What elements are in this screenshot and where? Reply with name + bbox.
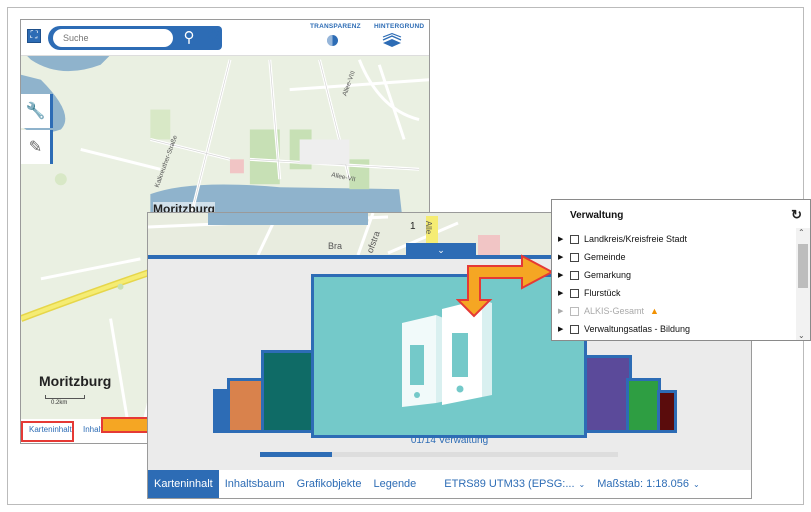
front-street-label: 1 <box>410 221 416 232</box>
tree-item-label: ALKIS-Gesamt <box>584 306 645 316</box>
tree-item-label: Gemarkung <box>584 270 632 280</box>
carousel-card[interactable] <box>626 378 661 433</box>
background-label: HINTERGRUND <box>374 23 425 30</box>
front-street-label: Bra <box>328 241 343 251</box>
scale-value: 1:18.056 <box>646 478 689 490</box>
scale-label: 0.2km <box>51 400 68 406</box>
tree-item-label: Verwaltungsatlas - Bildung <box>584 324 691 334</box>
chevron-up-icon[interactable]: ⌃ <box>798 228 805 237</box>
tree-item-label: Flurstück <box>584 288 621 298</box>
crs-value: ETRS89 UTM33 (EPSG:... <box>444 478 575 490</box>
layer-checkbox[interactable] <box>570 270 579 280</box>
scroll-thumb[interactable] <box>798 244 808 288</box>
caret-right-icon[interactable]: ▶ <box>558 289 568 297</box>
highlight-box <box>21 421 74 442</box>
tree-item[interactable]: ▶ Verwaltungsatlas - Bildung <box>558 320 792 338</box>
orange-arrow-icon <box>456 254 555 318</box>
tab-karteninhalt[interactable]: Karteninhalt <box>148 470 219 498</box>
layer-checkbox <box>570 306 579 316</box>
carousel-card[interactable] <box>261 350 317 433</box>
layer-checkbox[interactable] <box>570 252 579 262</box>
tree-item[interactable]: ▶ Gemarkung <box>558 266 792 284</box>
search-icon[interactable]: ⚲ <box>179 28 199 48</box>
front-bottom-bar: Karteninhalt Inhaltsbaum Grafikobjekte L… <box>148 470 751 498</box>
scale-bar <box>45 395 85 399</box>
transparency-icon[interactable] <box>326 34 339 52</box>
tab-grafikobjekte[interactable]: Grafikobjekte <box>291 470 368 498</box>
carousel-progress[interactable] <box>260 452 618 457</box>
layer-checkbox[interactable] <box>570 288 579 298</box>
background-layers-icon[interactable] <box>381 32 403 53</box>
gear-icon[interactable]: ✱ <box>207 28 220 46</box>
back-toolbar: ⛶ ⚲ ✱ TRANSPARENZ HINTERGRUND <box>21 20 429 56</box>
caret-right-icon[interactable]: ▶ <box>558 325 568 333</box>
tab-legende[interactable]: Legende <box>367 470 422 498</box>
crs-select[interactable]: ETRS89 UTM33 (EPSG:... ⌄ <box>444 478 585 490</box>
chevron-down-icon: ⌄ <box>692 480 700 489</box>
layer-checkbox[interactable] <box>570 234 579 244</box>
carousel-progress-fill <box>260 452 332 457</box>
chevron-down-icon[interactable]: ⌄ <box>798 331 805 340</box>
scrollbar[interactable]: ⌃ ⌄ <box>796 228 810 340</box>
caret-right-icon: ▶ <box>558 308 564 315</box>
tree-item[interactable]: ▶ Landkreis/Kreisfreie Stadt <box>558 230 792 248</box>
refresh-icon[interactable]: ↻ <box>791 207 802 223</box>
map-label-moritzburg-town: Moritzburg <box>39 373 112 389</box>
scale-label: Maßstab: <box>597 478 644 490</box>
carousel-card[interactable] <box>657 390 677 433</box>
search-input[interactable] <box>53 29 173 47</box>
caret-right-icon[interactable]: ▶ <box>558 271 568 279</box>
caret-right-icon[interactable]: ▶ <box>558 253 568 261</box>
tree-item-label: Landkreis/Kreisfreie Stadt <box>584 234 688 244</box>
caret-right-icon[interactable]: ▶ <box>558 235 568 243</box>
tree-item[interactable]: ▶ Gemeinde <box>558 248 792 266</box>
layer-checkbox[interactable] <box>570 324 579 334</box>
scale-select[interactable]: Maßstab: 1:18.056 ⌄ <box>597 478 699 490</box>
tree-list: ▶ Landkreis/Kreisfreie Stadt ▶ Gemeinde … <box>558 230 792 338</box>
tree-item-label: Gemeinde <box>584 252 626 262</box>
tab-inhaltsbaum[interactable]: Inhaltsbaum <box>219 470 291 498</box>
warning-icon: ▲ <box>650 306 659 316</box>
transparency-label: TRANSPARENZ <box>310 23 361 30</box>
tree-item[interactable]: ▶ Flurstück <box>558 284 792 302</box>
tree-item: ▶ ALKIS-Gesamt ▲ <box>558 302 792 320</box>
chevron-down-icon: ⌄ <box>578 480 586 489</box>
front-street-label: Alle <box>424 220 434 235</box>
search-bar: ⚲ <box>48 26 222 50</box>
tree-panel: Verwaltung ↻ ▶ Landkreis/Kreisfreie Stad… <box>551 199 811 341</box>
carousel-caption: 01/14 Verwaltung <box>410 435 489 446</box>
pencil-icon[interactable]: ✎ <box>21 130 53 164</box>
tree-panel-title: Verwaltung <box>570 210 624 221</box>
fullscreen-icon[interactable]: ⛶ <box>27 29 41 43</box>
wrench-icon[interactable]: 🔧 <box>21 94 53 128</box>
